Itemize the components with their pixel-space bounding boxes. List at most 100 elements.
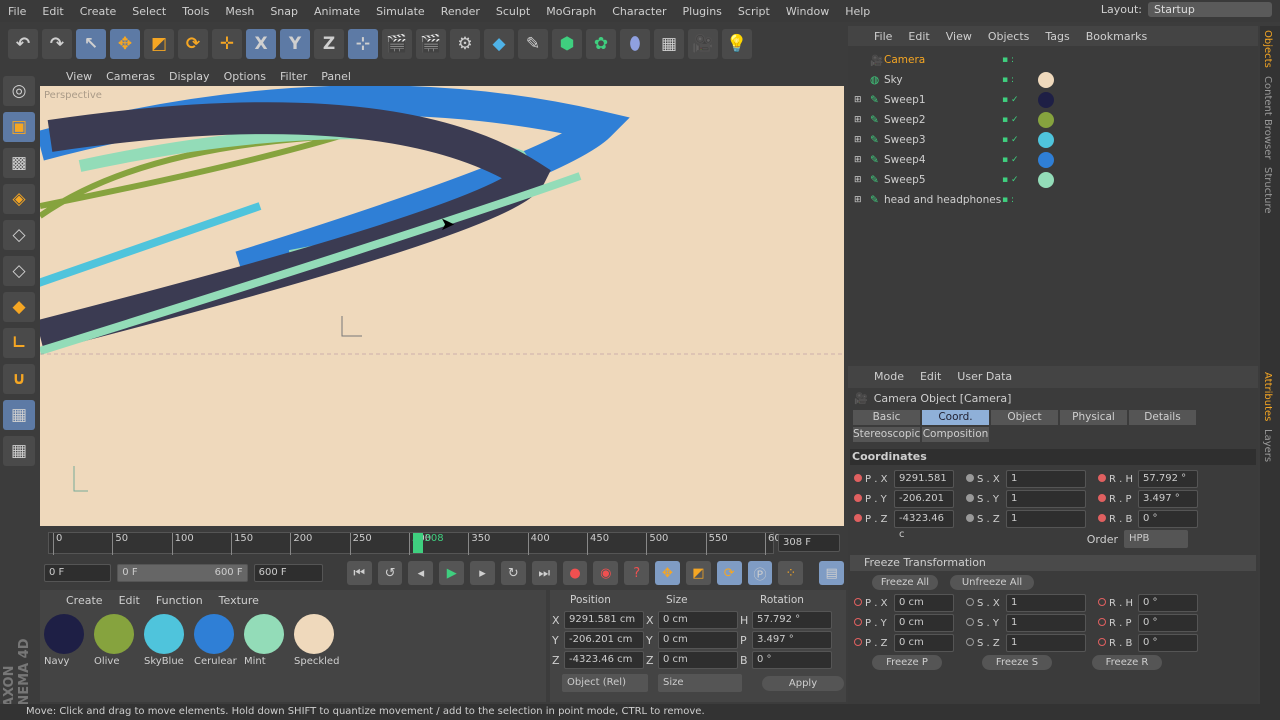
material-swatch[interactable]: Navy [44, 614, 88, 667]
attribute-menu-mode[interactable]: Mode [874, 370, 904, 388]
material-tag-icon[interactable] [1038, 152, 1054, 168]
attribute-field[interactable]: 0 cm [894, 594, 954, 612]
attribute-field[interactable]: 1 [1006, 634, 1086, 652]
render-view-icon[interactable]: 🎬 [382, 29, 412, 59]
freeze-p-button[interactable]: Freeze P [872, 655, 942, 670]
layout-selector[interactable]: Layout: Startup [1101, 2, 1272, 17]
go-to-start-icon[interactable]: ⏮ [346, 561, 372, 585]
side-tab-objects[interactable]: Objects [1260, 26, 1275, 72]
model-mode-icon[interactable]: ▣ [3, 112, 35, 142]
visibility-toggles[interactable]: ▪ : [1002, 75, 1014, 85]
apply-button[interactable]: Apply [762, 676, 844, 691]
material-menu-create[interactable]: Create [66, 594, 103, 610]
menu-render[interactable]: Render [433, 5, 488, 18]
expand-icon[interactable]: ⊞ [854, 115, 862, 125]
material-swatch[interactable]: SkyBlue [144, 614, 188, 667]
freeze-all-button[interactable]: Freeze All [872, 575, 938, 590]
scale-icon[interactable]: ◩ [144, 29, 174, 59]
keyframe-dot[interactable] [966, 617, 974, 626]
unfreeze-all-button[interactable]: Unfreeze All [950, 575, 1034, 590]
play-icon[interactable]: ▶ [439, 561, 465, 585]
keyframe-dot[interactable] [1098, 597, 1106, 606]
attribute-field[interactable]: 1 [1006, 594, 1086, 612]
size-field[interactable]: 0 cm [658, 611, 738, 629]
texture-mode-icon[interactable]: ▩ [3, 148, 35, 178]
next-key-icon[interactable]: ↻ [500, 561, 526, 585]
expand-icon[interactable]: ⊞ [854, 95, 862, 105]
visibility-toggles[interactable]: ▪ ✓ [1002, 175, 1019, 185]
position-field[interactable]: -206.201 cm [564, 631, 644, 649]
x-axis-icon[interactable]: X [246, 29, 276, 59]
coordinate-system-icon[interactable]: ⊹ [348, 29, 378, 59]
attribute-field[interactable]: 57.792 ° [1138, 470, 1198, 488]
workplane-icon[interactable]: ◈ [3, 184, 35, 214]
attribute-field[interactable]: 0 ° [1138, 510, 1198, 528]
freeze-s-button[interactable]: Freeze S [982, 655, 1052, 670]
attribute-field[interactable]: 0 ° [1138, 634, 1198, 652]
object-row[interactable]: ◍ Sky ▪ : [848, 70, 1258, 90]
object-row[interactable]: ⊞ ✎ Sweep1 ▪ ✓ [848, 90, 1258, 110]
tab-coord[interactable]: Coord. [921, 409, 990, 426]
rotation-field[interactable]: 0 ° [752, 651, 832, 669]
object-row[interactable]: ⊞ ✎ Sweep5 ▪ ✓ [848, 170, 1258, 190]
viewport-menu-panel[interactable]: Panel [321, 70, 351, 83]
polygons-mode-icon[interactable]: ◆ [3, 292, 35, 322]
side-tab-structure[interactable]: Structure [1260, 163, 1275, 218]
menu-mesh[interactable]: Mesh [217, 5, 262, 18]
keyframe-dot[interactable] [1098, 473, 1106, 482]
freeze-r-button[interactable]: Freeze R [1092, 655, 1162, 670]
keyframe-dot[interactable] [1098, 513, 1106, 522]
visibility-toggles[interactable]: ▪ ✓ [1002, 95, 1019, 105]
attribute-field[interactable]: 3.497 ° [1138, 490, 1198, 508]
render-settings-icon[interactable]: ⚙ [450, 29, 480, 59]
attribute-field[interactable]: 1 [1006, 510, 1086, 528]
rotate-icon[interactable]: ⟳ [178, 29, 208, 59]
expand-icon[interactable]: ⊞ [854, 175, 862, 185]
previous-key-icon[interactable]: ↺ [377, 561, 403, 585]
material-tag-icon[interactable] [1038, 172, 1054, 188]
attribute-field[interactable]: -4323.46 c [894, 510, 954, 540]
object-row[interactable]: 🎥 Camera ▪ : [848, 50, 1258, 70]
viewport-menu-options[interactable]: Options [224, 70, 266, 83]
material-swatch[interactable]: Speckled [294, 614, 339, 667]
keyframe-dot[interactable] [854, 513, 862, 522]
freeze-transformation-section[interactable]: Freeze Transformation [850, 555, 1256, 571]
keyframe-dot[interactable] [1098, 617, 1106, 626]
attribute-field[interactable]: 0 ° [1138, 614, 1198, 632]
menu-snap[interactable]: Snap [262, 5, 306, 18]
recent-tools-icon[interactable]: ✛ [212, 29, 242, 59]
viewport-menu-cameras[interactable]: Cameras [106, 70, 155, 83]
object-menu-tags[interactable]: Tags [1045, 30, 1069, 46]
snapping-icon[interactable]: ▦ [3, 400, 35, 430]
menu-animate[interactable]: Animate [306, 5, 368, 18]
object-row[interactable]: ⊞ ✎ Sweep3 ▪ ✓ [848, 130, 1258, 150]
keyframe-dot[interactable] [854, 617, 862, 626]
start-frame-field[interactable]: 0 F [44, 564, 112, 582]
visibility-toggles[interactable]: ▪ ✓ [1002, 115, 1019, 125]
object-menu-bookmarks[interactable]: Bookmarks [1086, 30, 1147, 46]
rotation-field[interactable]: 57.792 ° [752, 611, 832, 629]
material-menu-function[interactable]: Function [156, 594, 203, 610]
timeline-window-icon[interactable]: ▤ [819, 561, 845, 585]
render-picture-viewer-icon[interactable]: 🎬 [416, 29, 446, 59]
material-swatch[interactable]: Cerulear [194, 614, 238, 667]
attribute-field[interactable]: 1 [1006, 614, 1086, 632]
menu-create[interactable]: Create [72, 5, 125, 18]
menu-simulate[interactable]: Simulate [368, 5, 433, 18]
material-tag-icon[interactable] [1038, 72, 1054, 88]
side-tab-content-browser[interactable]: Content Browser [1260, 72, 1275, 163]
material-menu-texture[interactable]: Texture [219, 594, 259, 610]
object-menu-objects[interactable]: Objects [988, 30, 1030, 46]
points-mode-icon[interactable]: ◇ [3, 220, 35, 250]
menu-plugins[interactable]: Plugins [675, 5, 730, 18]
keyframe-dot[interactable] [966, 513, 974, 522]
visibility-toggles[interactable]: ▪ : [1002, 55, 1014, 65]
undo-icon[interactable]: ↶ [8, 29, 38, 59]
end-frame-field[interactable]: 600 F [253, 564, 323, 582]
z-axis-icon[interactable]: Z [314, 29, 344, 59]
attribute-menu-user-data[interactable]: User Data [957, 370, 1012, 388]
keyframe-dot[interactable] [854, 637, 862, 646]
go-to-end-icon[interactable]: ⏭ [531, 561, 557, 585]
keyframe-dot[interactable] [854, 493, 862, 502]
material-swatch[interactable]: Olive [94, 614, 138, 667]
